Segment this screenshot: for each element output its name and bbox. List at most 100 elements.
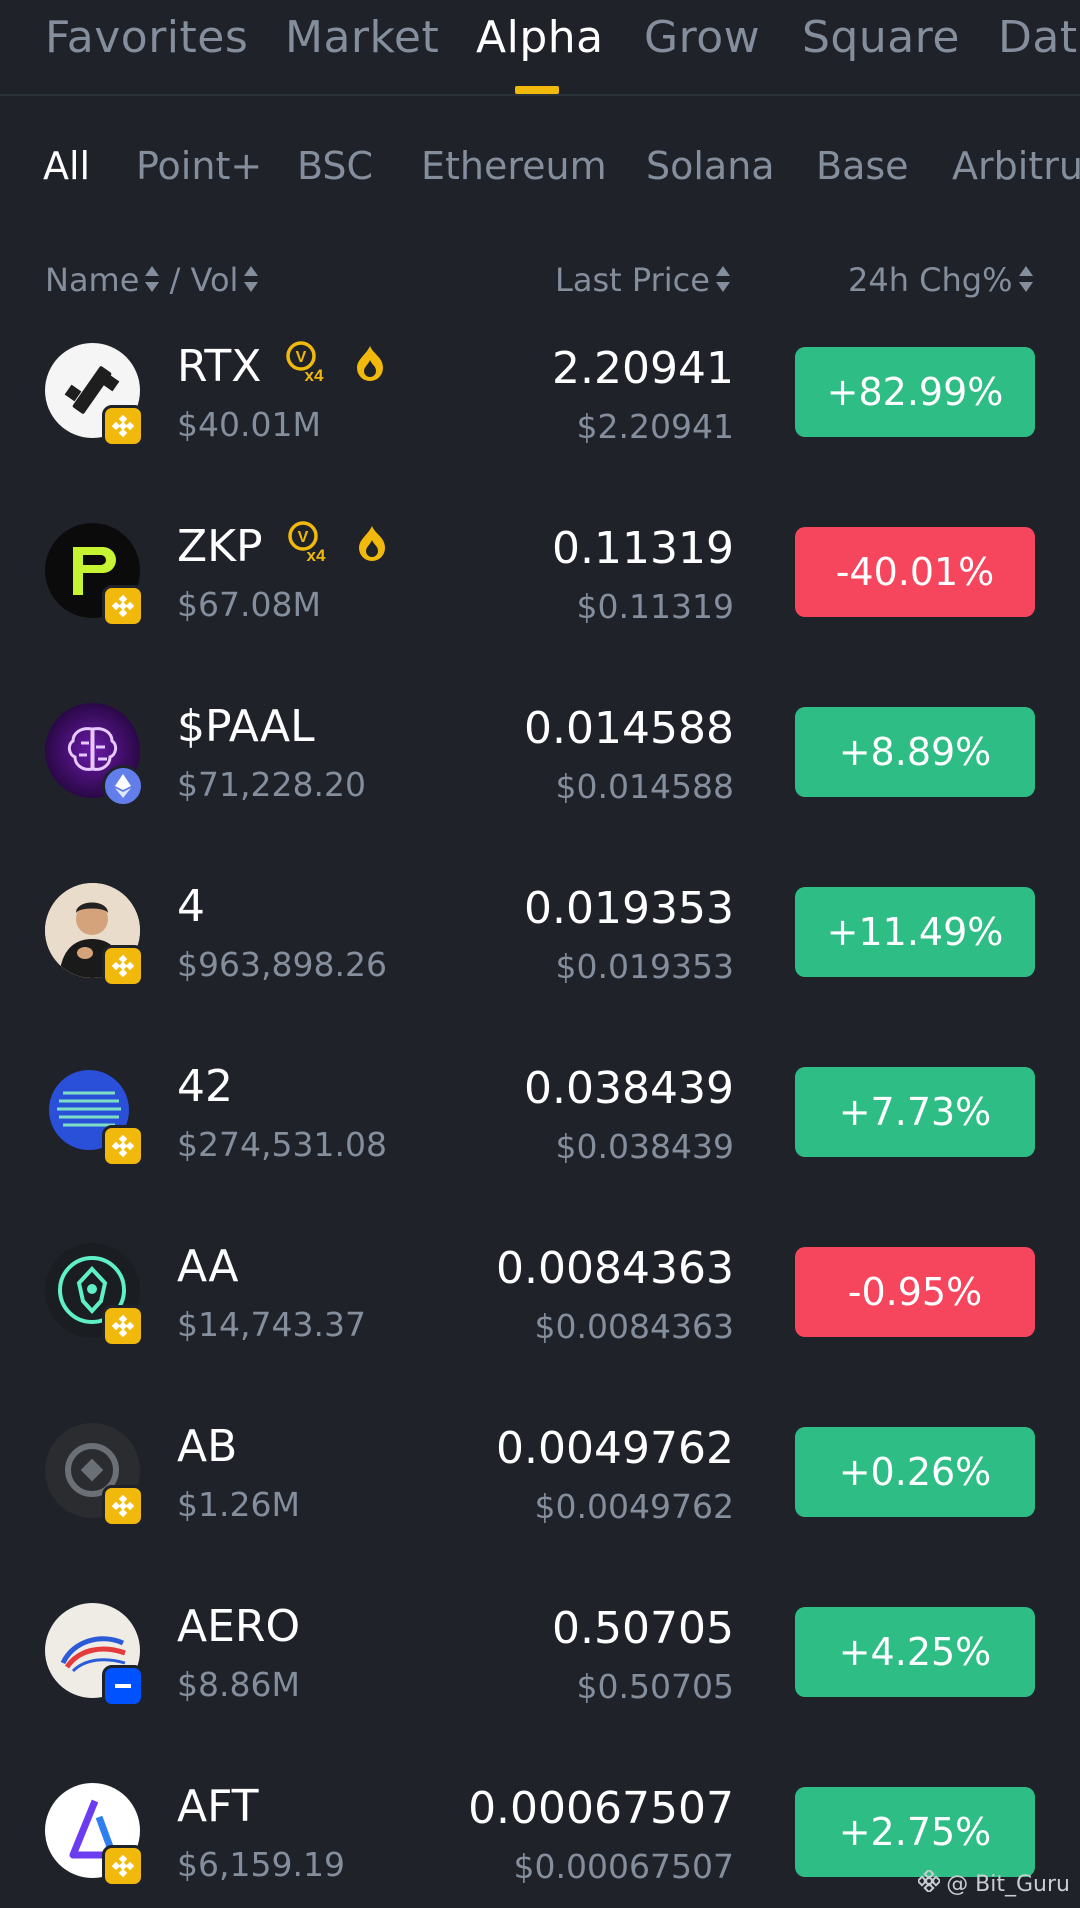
token-price-usd: $0.014588: [555, 767, 734, 806]
change-badge[interactable]: +4.25%: [795, 1607, 1035, 1697]
token-symbol: AA: [177, 1241, 239, 1292]
token-volume: $1.26M: [177, 1485, 300, 1524]
v4-badge-icon: Vx4: [285, 340, 329, 398]
token-symbol: $PAAL: [177, 701, 315, 752]
header-separator: /: [169, 261, 181, 299]
token-volume: $14,743.37: [177, 1305, 366, 1344]
token-row[interactable]: AB $1.26M 0.0049762 $0.0049762 +0.26%: [0, 1421, 1080, 1603]
token-last-price: 0.014588: [524, 703, 734, 754]
token-volume: $40.01M: [177, 405, 321, 444]
token-last-price: 0.0049762: [496, 1423, 734, 1474]
token-symbol: ZKP Vx4: [177, 519, 389, 578]
token-volume: $71,228.20: [177, 765, 366, 804]
v4-badge-icon: Vx4: [287, 520, 331, 578]
column-header-last-price[interactable]: Last Price: [555, 258, 730, 302]
svg-text:x4: x4: [306, 546, 325, 564]
change-badge[interactable]: +82.99%: [795, 347, 1035, 437]
sort-by-name[interactable]: Name: [45, 261, 139, 299]
tab-favorites[interactable]: Favorites: [45, 8, 248, 68]
token-price-usd: $2.20941: [576, 407, 734, 446]
token-last-price: 0.50705: [552, 1603, 734, 1654]
sort-by-change[interactable]: 24h Chg%: [848, 261, 1013, 299]
bnb-chain-icon: [102, 1845, 144, 1887]
token-symbol: AERO: [177, 1601, 301, 1652]
sort-arrows-icon[interactable]: [244, 264, 259, 294]
token-symbol: 4: [177, 881, 205, 932]
token-row[interactable]: AA $14,743.37 0.0084363 $0.0084363 -0.95…: [0, 1241, 1080, 1423]
token-row[interactable]: 42 $274,531.08 0.038439 $0.038439 +7.73%: [0, 1061, 1080, 1243]
active-tab-indicator: [515, 86, 559, 94]
chain-filter-bsc[interactable]: BSC: [297, 140, 373, 192]
tab-data[interactable]: Data: [998, 8, 1080, 68]
binance-logo-icon: [916, 1868, 942, 1898]
token-symbol: AB: [177, 1421, 238, 1472]
token-last-price: 0.0084363: [496, 1243, 734, 1294]
sort-arrows-icon[interactable]: [1018, 264, 1033, 294]
svg-text:x4: x4: [305, 366, 324, 384]
chain-filter-base[interactable]: Base: [816, 140, 909, 192]
change-badge[interactable]: +8.89%: [795, 707, 1035, 797]
token-row[interactable]: RTX Vx4 $40.01M 2.20941 $2.20941 +82.99%: [0, 341, 1080, 523]
token-price-usd: $0.0084363: [534, 1307, 734, 1346]
token-row[interactable]: AERO $8.86M 0.50705 $0.50705 +4.25%: [0, 1601, 1080, 1783]
tab-square[interactable]: Square: [802, 8, 960, 68]
chain-filter-ethereum[interactable]: Ethereum: [421, 140, 607, 192]
change-badge[interactable]: -40.01%: [795, 527, 1035, 617]
token-symbol: AFT: [177, 1781, 259, 1832]
chain-filter-arbitrum[interactable]: Arbitrum: [952, 140, 1080, 192]
change-badge[interactable]: +2.75%: [795, 1787, 1035, 1877]
bnb-chain-icon: [102, 945, 144, 987]
token-symbol-text: RTX: [177, 341, 262, 392]
chain-filter-bar: All Point+ BSC Ethereum Solana Base Arbi…: [0, 140, 1080, 196]
tab-market[interactable]: Market: [285, 8, 439, 68]
chain-filter-solana[interactable]: Solana: [646, 140, 775, 192]
bnb-chain-icon: [102, 405, 144, 447]
change-badge[interactable]: +11.49%: [795, 887, 1035, 977]
column-header-change[interactable]: 24h Chg%: [848, 258, 1033, 302]
change-badge[interactable]: +0.26%: [795, 1427, 1035, 1517]
sort-arrows-icon[interactable]: [715, 264, 730, 294]
watermark-text: @ Bit_Guru: [946, 1871, 1070, 1897]
token-volume: $67.08M: [177, 585, 321, 624]
token-price-usd: $0.019353: [555, 947, 734, 986]
base-chain-icon: [102, 1665, 144, 1707]
flame-icon: [353, 341, 387, 397]
ethereum-chain-icon: [102, 765, 144, 807]
tab-alpha[interactable]: Alpha: [476, 8, 604, 68]
chain-filter-all[interactable]: All: [43, 140, 90, 192]
token-symbol-text: ZKP: [177, 521, 263, 572]
token-price-usd: $0.038439: [555, 1127, 734, 1166]
token-volume: $274,531.08: [177, 1125, 387, 1164]
token-last-price: 0.11319: [552, 523, 734, 574]
token-row[interactable]: $PAAL $71,228.20 0.014588 $0.014588 +8.8…: [0, 701, 1080, 883]
change-badge[interactable]: +7.73%: [795, 1067, 1035, 1157]
token-row[interactable]: 4 $963,898.26 0.019353 $0.019353 +11.49%: [0, 881, 1080, 1063]
token-last-price: 2.20941: [552, 343, 734, 394]
token-price-usd: $0.00067507: [513, 1847, 734, 1886]
token-price-usd: $0.11319: [576, 587, 734, 626]
token-symbol: RTX Vx4: [177, 339, 387, 398]
watermark: @ Bit_Guru: [916, 1868, 1070, 1898]
sort-arrows-icon[interactable]: [145, 264, 160, 294]
token-last-price: 0.00067507: [468, 1783, 734, 1834]
bnb-chain-icon: [102, 585, 144, 627]
token-last-price: 0.038439: [524, 1063, 734, 1114]
sort-by-last-price[interactable]: Last Price: [555, 261, 710, 299]
token-price-usd: $0.50705: [576, 1667, 734, 1706]
tab-grow[interactable]: Grow: [644, 8, 760, 68]
token-row[interactable]: ZKP Vx4 $67.08M 0.11319 $0.11319 -40.01%: [0, 521, 1080, 703]
svg-text:V: V: [297, 529, 308, 546]
token-price-usd: $0.0049762: [534, 1487, 734, 1526]
token-last-price: 0.019353: [524, 883, 734, 934]
bnb-chain-icon: [102, 1305, 144, 1347]
bnb-chain-icon: [102, 1485, 144, 1527]
top-tab-bar: Favorites Market Alpha Grow Square Data: [0, 0, 1080, 96]
svg-text:V: V: [296, 349, 307, 366]
sort-by-vol[interactable]: Vol: [191, 261, 239, 299]
flame-icon: [355, 521, 389, 577]
chain-filter-point-plus[interactable]: Point+: [136, 140, 262, 192]
token-volume: $8.86M: [177, 1665, 300, 1704]
token-volume: $963,898.26: [177, 945, 387, 984]
bnb-chain-icon: [102, 1125, 144, 1167]
change-badge[interactable]: -0.95%: [795, 1247, 1035, 1337]
